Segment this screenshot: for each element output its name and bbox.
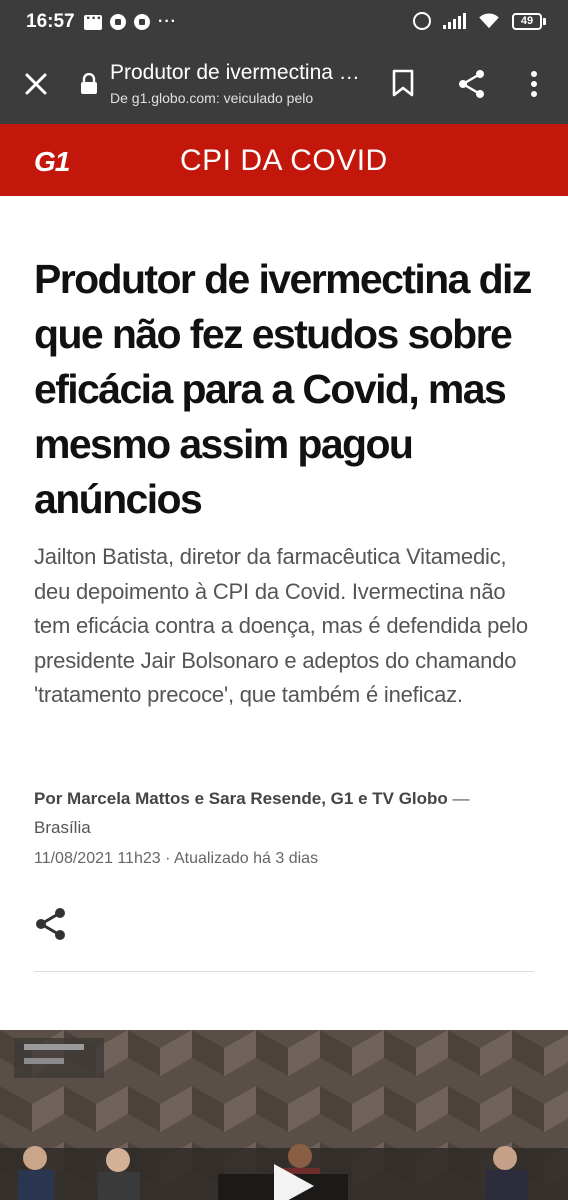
article-dateline: 11/08/2021 11h23 · Atualizado há 3 dias — [34, 850, 319, 867]
article-subhead: Jailton Batista, diretor da farmacêutica… — [34, 544, 528, 707]
more-vert-icon[interactable] — [520, 68, 548, 100]
video-player[interactable] — [0, 1030, 568, 1200]
message-icon — [84, 9, 102, 30]
section-title[interactable]: CPI DA COVID — [180, 144, 388, 178]
soccer-ball-icon — [134, 14, 150, 30]
lock-icon — [81, 73, 97, 94]
article-byline: Por Marcela Mattos e Sara Resende, G1 e … — [34, 784, 534, 842]
byline-location: Brasília — [34, 818, 91, 837]
play-icon[interactable] — [266, 1160, 318, 1200]
section-header: G1 CPI DA COVID — [0, 124, 568, 196]
notification-icons: ··· — [84, 9, 177, 32]
divider — [34, 971, 534, 972]
page-url: De g1.globo.com: veiculado pelo — [110, 90, 314, 106]
close-icon[interactable] — [18, 66, 54, 102]
more-dots-icon: ··· — [158, 13, 177, 30]
signal-icon — [443, 13, 466, 29]
wifi-icon — [479, 13, 499, 29]
bookmark-icon[interactable] — [390, 68, 416, 98]
status-bar: 16:57 ··· 49 — [0, 0, 568, 46]
share-icon[interactable] — [456, 68, 488, 100]
alarm-icon — [413, 12, 431, 30]
g1-logo[interactable]: G1 — [34, 146, 70, 178]
byline-authors: Por Marcela Mattos e Sara Resende, G1 e … — [34, 789, 448, 808]
battery-icon: 49 — [512, 12, 546, 30]
system-icons: 49 — [413, 12, 546, 30]
soccer-ball-icon — [110, 14, 126, 30]
byline-separator: — — [447, 789, 470, 808]
page-title: Produtor de ivermectina diz que não fez … — [110, 61, 360, 84]
browser-toolbar: Produtor de ivermectina diz que não fez … — [0, 46, 568, 124]
battery-level: 49 — [512, 12, 542, 30]
share-icon[interactable] — [34, 906, 68, 942]
article-headline: Produtor de ivermectina diz que não fez … — [34, 256, 532, 522]
status-time: 16:57 — [26, 11, 75, 32]
